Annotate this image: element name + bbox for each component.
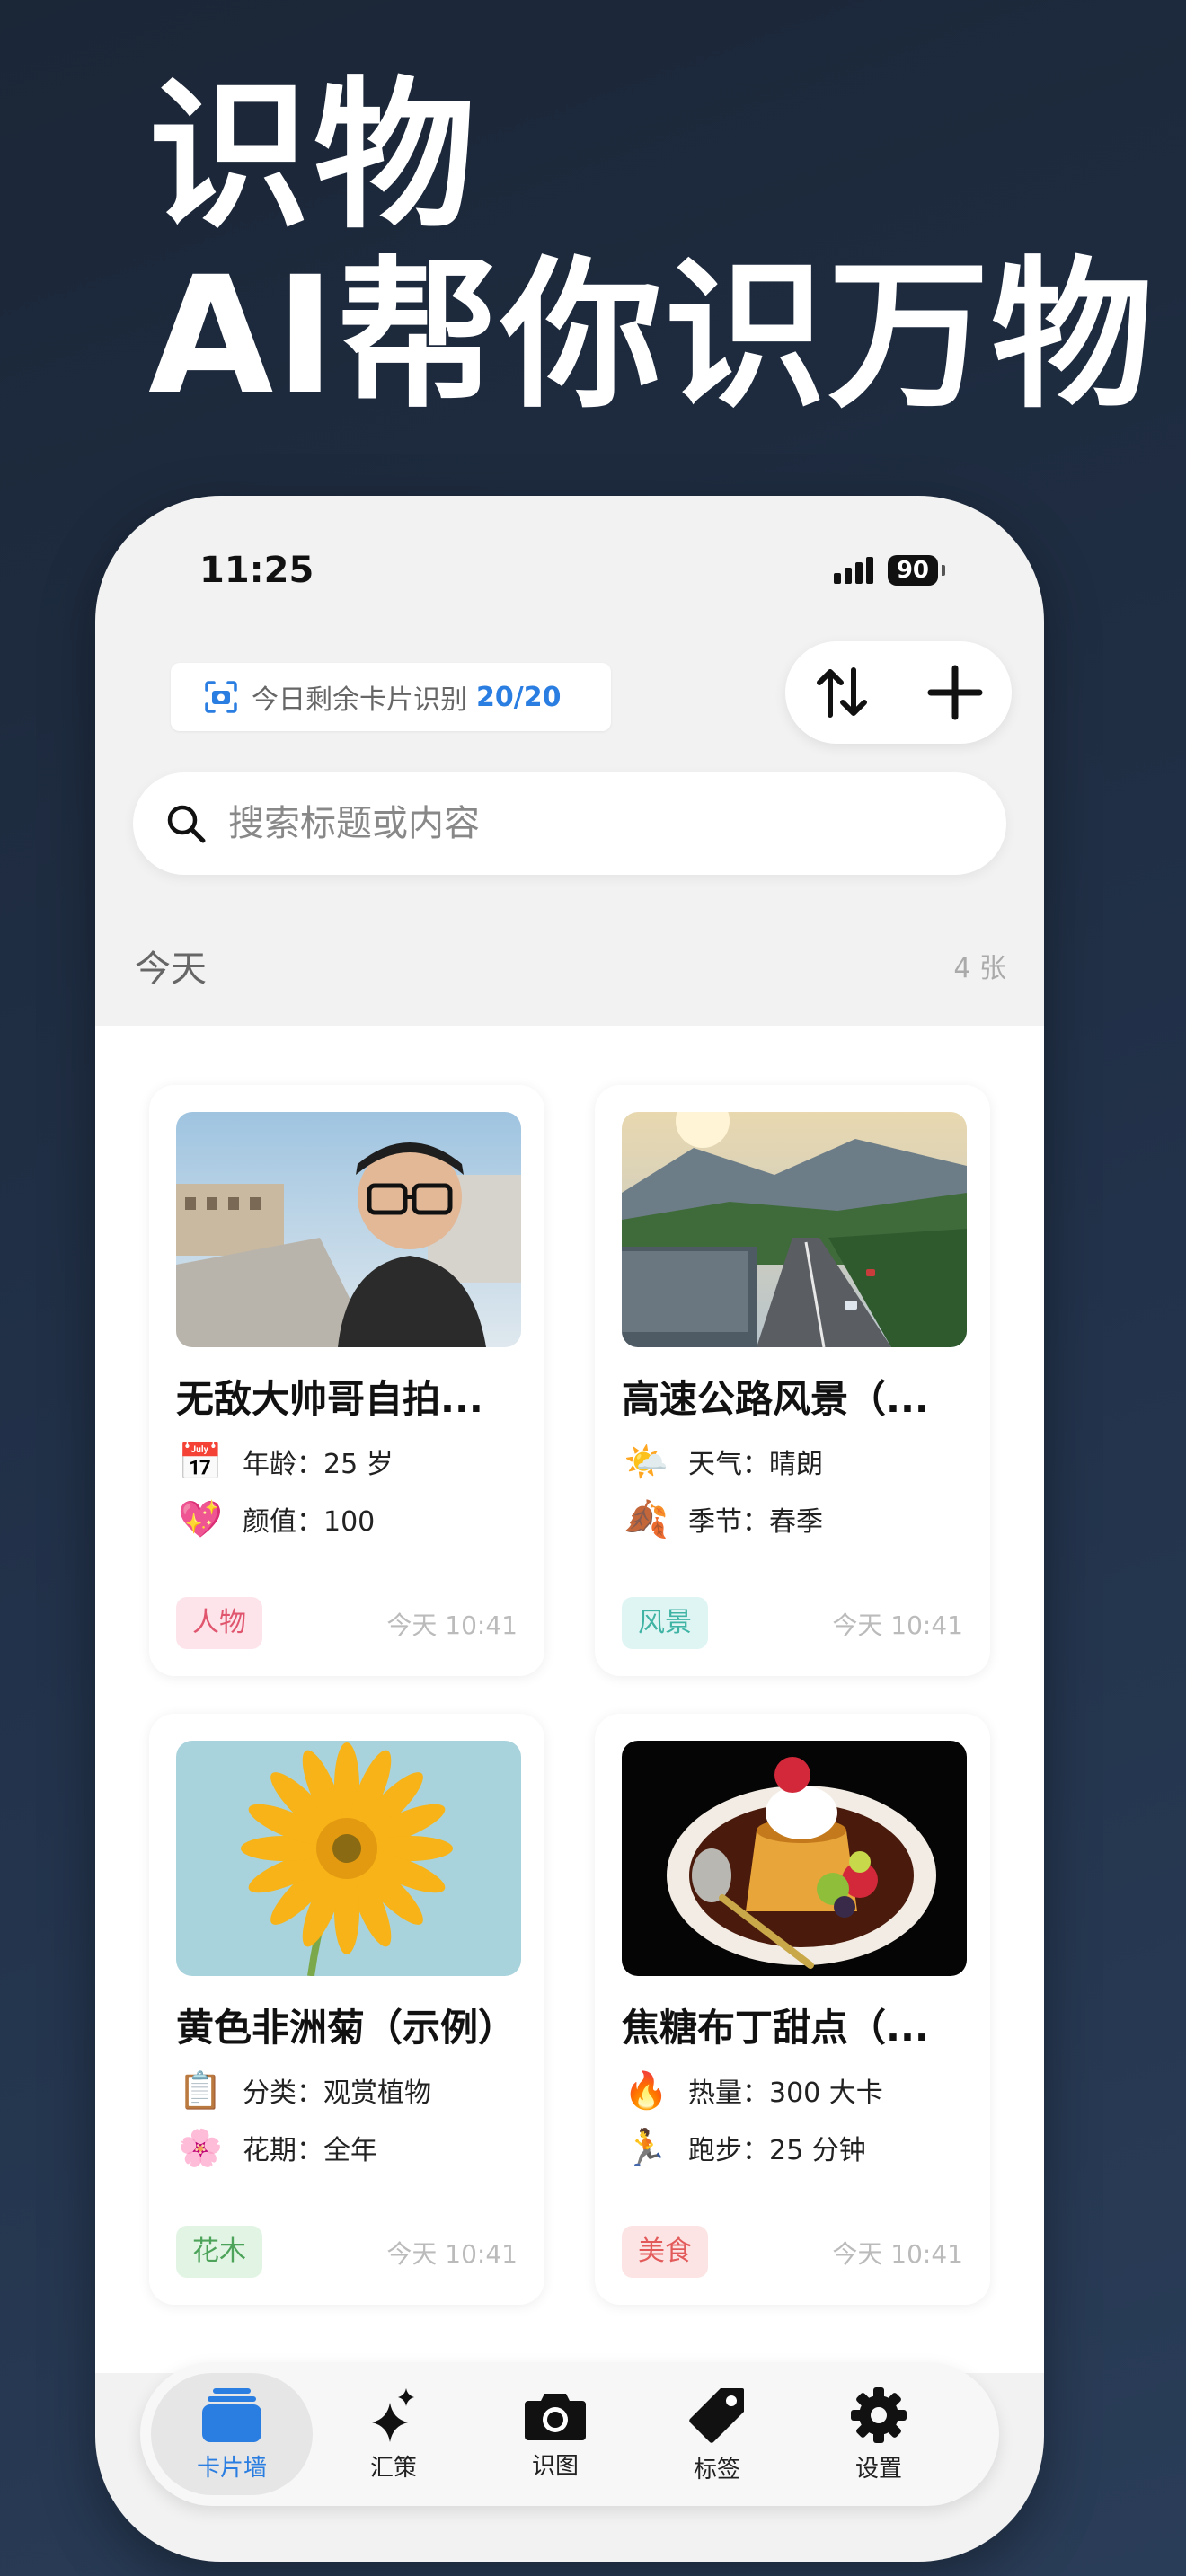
card-tag[interactable]: 风景 bbox=[622, 1597, 708, 1649]
quota-label: 今日剩余卡片识别 bbox=[252, 684, 467, 716]
tab-insights[interactable]: 汇策 bbox=[313, 2373, 474, 2495]
card-image-gerbera bbox=[176, 1741, 521, 1976]
battery-tip bbox=[942, 565, 945, 576]
search-input[interactable] bbox=[226, 802, 931, 845]
section-header: 今天 4 张 bbox=[135, 940, 1006, 992]
runner-icon: 🏃 bbox=[624, 2127, 668, 2169]
clipboard-icon: 📋 bbox=[178, 2069, 223, 2112]
header-actions bbox=[785, 641, 1012, 744]
card-attr: 🌤️ 天气：晴朗 bbox=[622, 1437, 823, 1486]
gear-icon bbox=[851, 2386, 907, 2443]
leaf-icon: 🍂 bbox=[624, 1498, 668, 1540]
camera-icon bbox=[525, 2393, 586, 2440]
card-attr-text: 热量：300 大卡 bbox=[688, 2078, 883, 2109]
card-time: 今天 10:41 bbox=[832, 1610, 963, 1640]
card-image-pudding bbox=[622, 1741, 967, 1976]
search-icon bbox=[167, 805, 206, 843]
tab-recognize[interactable]: 识图 bbox=[474, 2373, 636, 2495]
heart-icon: 💖 bbox=[178, 1498, 223, 1540]
card-tag[interactable]: 花木 bbox=[176, 2226, 262, 2278]
card-attr: 📅 年龄：25 岁 bbox=[176, 1437, 394, 1486]
card-attr-text: 颜值：100 bbox=[243, 1506, 376, 1538]
card-attr-text: 年龄：25 岁 bbox=[243, 1449, 394, 1480]
phone-screen: 11:25 90 今日剩余卡片识别 20/20 搜索标题或内容 今天 4 张 无… bbox=[95, 496, 1044, 2562]
plus-icon bbox=[927, 665, 983, 720]
sort-button[interactable] bbox=[801, 652, 882, 733]
card-attr: 📋 分类：观赏植物 bbox=[176, 2066, 431, 2114]
section-title: 今天 bbox=[135, 948, 207, 990]
promo-headline: 识物 AI帮你识万物 bbox=[148, 72, 1155, 422]
scan-camera-icon bbox=[205, 681, 237, 713]
card-time: 今天 10:41 bbox=[832, 2239, 963, 2269]
card-flower[interactable]: 黄色非洲菊（示例） 📋 分类：观赏植物 🌸 花期：全年 花木 今天 10:41 bbox=[149, 1714, 544, 2305]
tab-bar: 卡片墙 汇策 识图 标签 设置 bbox=[140, 2362, 999, 2506]
card-time: 今天 10:41 bbox=[386, 2239, 518, 2269]
card-scene[interactable]: 高速公路风景（... 🌤️ 天气：晴朗 🍂 季节：春季 风景 今天 10:41 bbox=[595, 1085, 990, 1676]
tab-settings[interactable]: 设置 bbox=[798, 2373, 960, 2495]
tab-label: 设置 bbox=[854, 2455, 902, 2483]
search-bar[interactable] bbox=[133, 772, 1006, 875]
status-bar: 11:25 90 bbox=[95, 496, 1044, 648]
card-wall: 无敌大帅哥自拍... 📅 年龄：25 岁 💖 颜值：100 人物 今天 10:4… bbox=[95, 1026, 1044, 2373]
signal-icon bbox=[833, 557, 873, 584]
card-attr: 🔥 热量：300 大卡 bbox=[622, 2066, 883, 2114]
card-tag[interactable]: 人物 bbox=[176, 1597, 262, 1649]
quota-badge: 今日剩余卡片识别 20/20 bbox=[171, 663, 611, 731]
calendar-icon: 📅 bbox=[178, 1441, 223, 1483]
card-attr: 🌸 花期：全年 bbox=[176, 2123, 377, 2172]
card-attr-text: 花期：全年 bbox=[243, 2135, 377, 2166]
card-person[interactable]: 无敌大帅哥自拍... 📅 年龄：25 岁 💖 颜值：100 人物 今天 10:4… bbox=[149, 1085, 544, 1676]
card-title: 高速公路风景（... bbox=[622, 1377, 929, 1421]
card-title: 焦糖布丁甜点（... bbox=[622, 2006, 929, 2050]
add-button[interactable] bbox=[915, 652, 996, 733]
card-attr-text: 分类：观赏植物 bbox=[243, 2078, 431, 2109]
promo-title: 识物 bbox=[148, 63, 480, 251]
card-attr: 🏃 跑步：25 分钟 bbox=[622, 2123, 866, 2172]
sort-arrows-icon bbox=[817, 667, 867, 718]
card-title: 无敌大帅哥自拍... bbox=[176, 1377, 483, 1421]
promo-subtitle: AI帮你识万物 bbox=[148, 243, 1155, 430]
quota-count: 20/20 bbox=[476, 681, 562, 713]
card-tag[interactable]: 美食 bbox=[622, 2226, 708, 2278]
card-image-selfie bbox=[176, 1112, 521, 1347]
sun-cloud-icon: 🌤️ bbox=[624, 1441, 668, 1483]
tab-label: 标签 bbox=[693, 2456, 740, 2483]
tag-icon bbox=[689, 2387, 744, 2443]
tab-label: 汇策 bbox=[369, 2454, 417, 2482]
tab-label: 识图 bbox=[531, 2452, 579, 2480]
card-attr: 💖 颜值：100 bbox=[176, 1495, 375, 1543]
card-attr-text: 跑步：25 分钟 bbox=[688, 2135, 866, 2166]
card-time: 今天 10:41 bbox=[386, 1610, 518, 1640]
card-attr-text: 季节：春季 bbox=[688, 1506, 823, 1538]
fire-icon: 🔥 bbox=[624, 2069, 668, 2112]
card-image-highway bbox=[622, 1112, 967, 1347]
card-title: 黄色非洲菊（示例） bbox=[176, 2006, 517, 2050]
tab-tags[interactable]: 标签 bbox=[636, 2373, 798, 2495]
card-attr-text: 天气：晴朗 bbox=[688, 1449, 823, 1480]
status-time: 11:25 bbox=[199, 550, 314, 591]
status-indicators: 90 bbox=[833, 555, 945, 586]
card-attr: 🍂 季节：春季 bbox=[622, 1495, 823, 1543]
sparkle-icon bbox=[372, 2387, 414, 2442]
card-food[interactable]: 焦糖布丁甜点（... 🔥 热量：300 大卡 🏃 跑步：25 分钟 美食 今天 … bbox=[595, 1714, 990, 2305]
section-count: 4 张 bbox=[953, 953, 1006, 984]
tab-label: 卡片墙 bbox=[196, 2454, 267, 2482]
tab-cards[interactable]: 卡片墙 bbox=[151, 2373, 313, 2495]
cards-icon bbox=[202, 2387, 261, 2442]
battery-icon: 90 bbox=[887, 555, 938, 586]
blossom-icon: 🌸 bbox=[178, 2127, 223, 2169]
